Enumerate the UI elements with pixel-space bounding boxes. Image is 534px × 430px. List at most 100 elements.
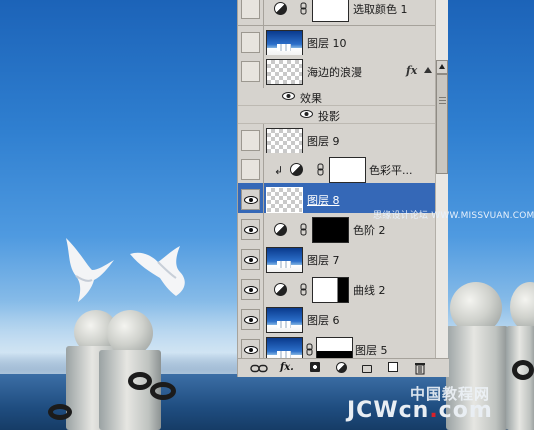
effect-row[interactable]: 投影	[238, 106, 435, 124]
link-layers-icon[interactable]	[250, 362, 268, 375]
add-layer-style-button[interactable]: fx.	[280, 362, 294, 375]
layer-row[interactable]: 曲线 2	[238, 273, 435, 307]
adjustment-circle-icon	[274, 223, 287, 236]
divider	[263, 213, 264, 247]
layer-name: 图层 8	[307, 194, 340, 207]
layer-name: 色阶 2	[353, 224, 386, 237]
new-group-icon[interactable]	[362, 365, 372, 373]
layer-mask-thumbnail	[329, 157, 366, 183]
layers-panel: 选取颜色 1 图层 10 海边的浪漫 fx 效果 投影 图层 9 ↲ 色彩平..…	[237, 0, 449, 377]
layer-name: 图层 9	[307, 135, 340, 148]
layer-row[interactable]: 海边的浪漫 fx	[238, 55, 435, 89]
eye-icon[interactable]	[282, 92, 295, 100]
divider	[263, 0, 264, 26]
brand-part: com	[438, 398, 493, 423]
layer-thumbnail	[266, 307, 303, 333]
visibility-toggle[interactable]	[241, 309, 260, 330]
layer-row[interactable]: ↲ 色彩平...	[238, 153, 435, 187]
chain-link-icon	[300, 223, 307, 236]
adjustment-circle-icon[interactable]	[336, 362, 347, 373]
effects-label: 效果	[300, 92, 322, 105]
layer-name: 图层 6	[307, 314, 340, 327]
visibility-toggle[interactable]	[241, 219, 260, 240]
eye-icon	[244, 316, 258, 324]
divider	[263, 55, 264, 89]
visibility-toggle[interactable]	[241, 0, 260, 19]
visibility-toggle[interactable]	[241, 249, 260, 270]
layer-mask-thumbnail	[312, 277, 349, 303]
visibility-toggle[interactable]	[241, 189, 260, 210]
site-watermark-cn: 思缘设计论坛	[373, 211, 429, 221]
adjustment-circle-icon	[274, 2, 287, 15]
layer-thumbnail	[266, 59, 303, 85]
adjustment-circle-icon	[274, 283, 287, 296]
layer-thumbnail	[266, 337, 303, 358]
brand-dot: .	[429, 398, 439, 423]
layer-name: 选取颜色 1	[353, 3, 408, 16]
divider	[263, 243, 264, 277]
visibility-toggle[interactable]	[241, 61, 260, 82]
visibility-toggle[interactable]	[241, 279, 260, 300]
eye-icon	[244, 346, 258, 354]
chain	[48, 404, 72, 420]
scroll-grip	[439, 97, 446, 98]
eye-icon	[244, 256, 258, 264]
brand-part: JCWcn	[347, 398, 430, 423]
layer-mask-thumbnail	[316, 337, 353, 358]
layer-name: 曲线 2	[353, 284, 386, 297]
divider	[263, 183, 264, 217]
layer-row[interactable]: 选取颜色 1	[238, 0, 435, 26]
collapse-effects-arrow[interactable]	[424, 67, 432, 73]
chain	[150, 382, 176, 400]
add-mask-icon[interactable]	[310, 362, 320, 372]
fx-icon: fx	[406, 64, 418, 77]
divider	[263, 153, 264, 187]
layer-name: 色彩平...	[369, 164, 413, 177]
scroll-up-button[interactable]	[436, 60, 448, 74]
layer-mask-thumbnail	[312, 217, 349, 243]
trash-icon[interactable]	[414, 362, 426, 375]
layer-thumbnail	[266, 30, 303, 56]
dove-left	[66, 238, 114, 302]
new-layer-icon[interactable]	[388, 362, 398, 372]
layer-row[interactable]: 图层 6	[238, 303, 435, 337]
visibility-toggle[interactable]	[241, 32, 260, 53]
divider	[263, 333, 264, 358]
scroll-grip	[439, 103, 446, 104]
layer-row[interactable]: 图层 5	[238, 333, 435, 358]
scroll-grip	[439, 100, 446, 101]
layer-name: 图层 7	[307, 254, 340, 267]
layers-list: 选取颜色 1 图层 10 海边的浪漫 fx 效果 投影 图层 9 ↲ 色彩平..…	[238, 0, 435, 358]
eye-icon[interactable]	[300, 110, 313, 118]
layer-name: 图层 10	[307, 37, 347, 50]
adjustment-circle-icon	[290, 163, 303, 176]
brand-watermark-en: JCWcn.com	[347, 398, 493, 423]
eye-icon	[244, 226, 258, 234]
clipping-arrow-icon: ↲	[274, 164, 284, 177]
chain-link-icon	[306, 343, 313, 356]
site-watermark-url: WWW.MISSVUAN.COM	[431, 211, 534, 221]
layer-name: 海边的浪漫	[307, 66, 362, 79]
chain-link-icon	[300, 283, 307, 296]
layer-thumbnail	[266, 187, 303, 213]
chain	[512, 360, 534, 380]
divider	[263, 303, 264, 337]
layer-thumbnail	[266, 247, 303, 273]
eye-icon	[244, 286, 258, 294]
layer-mask-thumbnail	[312, 0, 349, 22]
chain	[128, 372, 152, 390]
dove-right	[130, 246, 185, 296]
visibility-toggle[interactable]	[241, 159, 260, 180]
visibility-toggle[interactable]	[241, 130, 260, 151]
layer-thumbnail	[266, 128, 303, 154]
eye-icon	[244, 196, 258, 204]
scroll-thumb[interactable]	[436, 74, 448, 174]
site-watermark: 思缘设计论坛 WWW.MISSVUAN.COM	[373, 208, 534, 221]
layer-row[interactable]: 图层 7	[238, 243, 435, 277]
effect-name: 投影	[318, 110, 340, 123]
divider	[263, 273, 264, 307]
chain-link-icon	[300, 2, 307, 15]
layers-scrollbar[interactable]	[435, 0, 448, 358]
visibility-toggle[interactable]	[241, 339, 260, 358]
effects-row[interactable]: 效果	[238, 88, 435, 106]
